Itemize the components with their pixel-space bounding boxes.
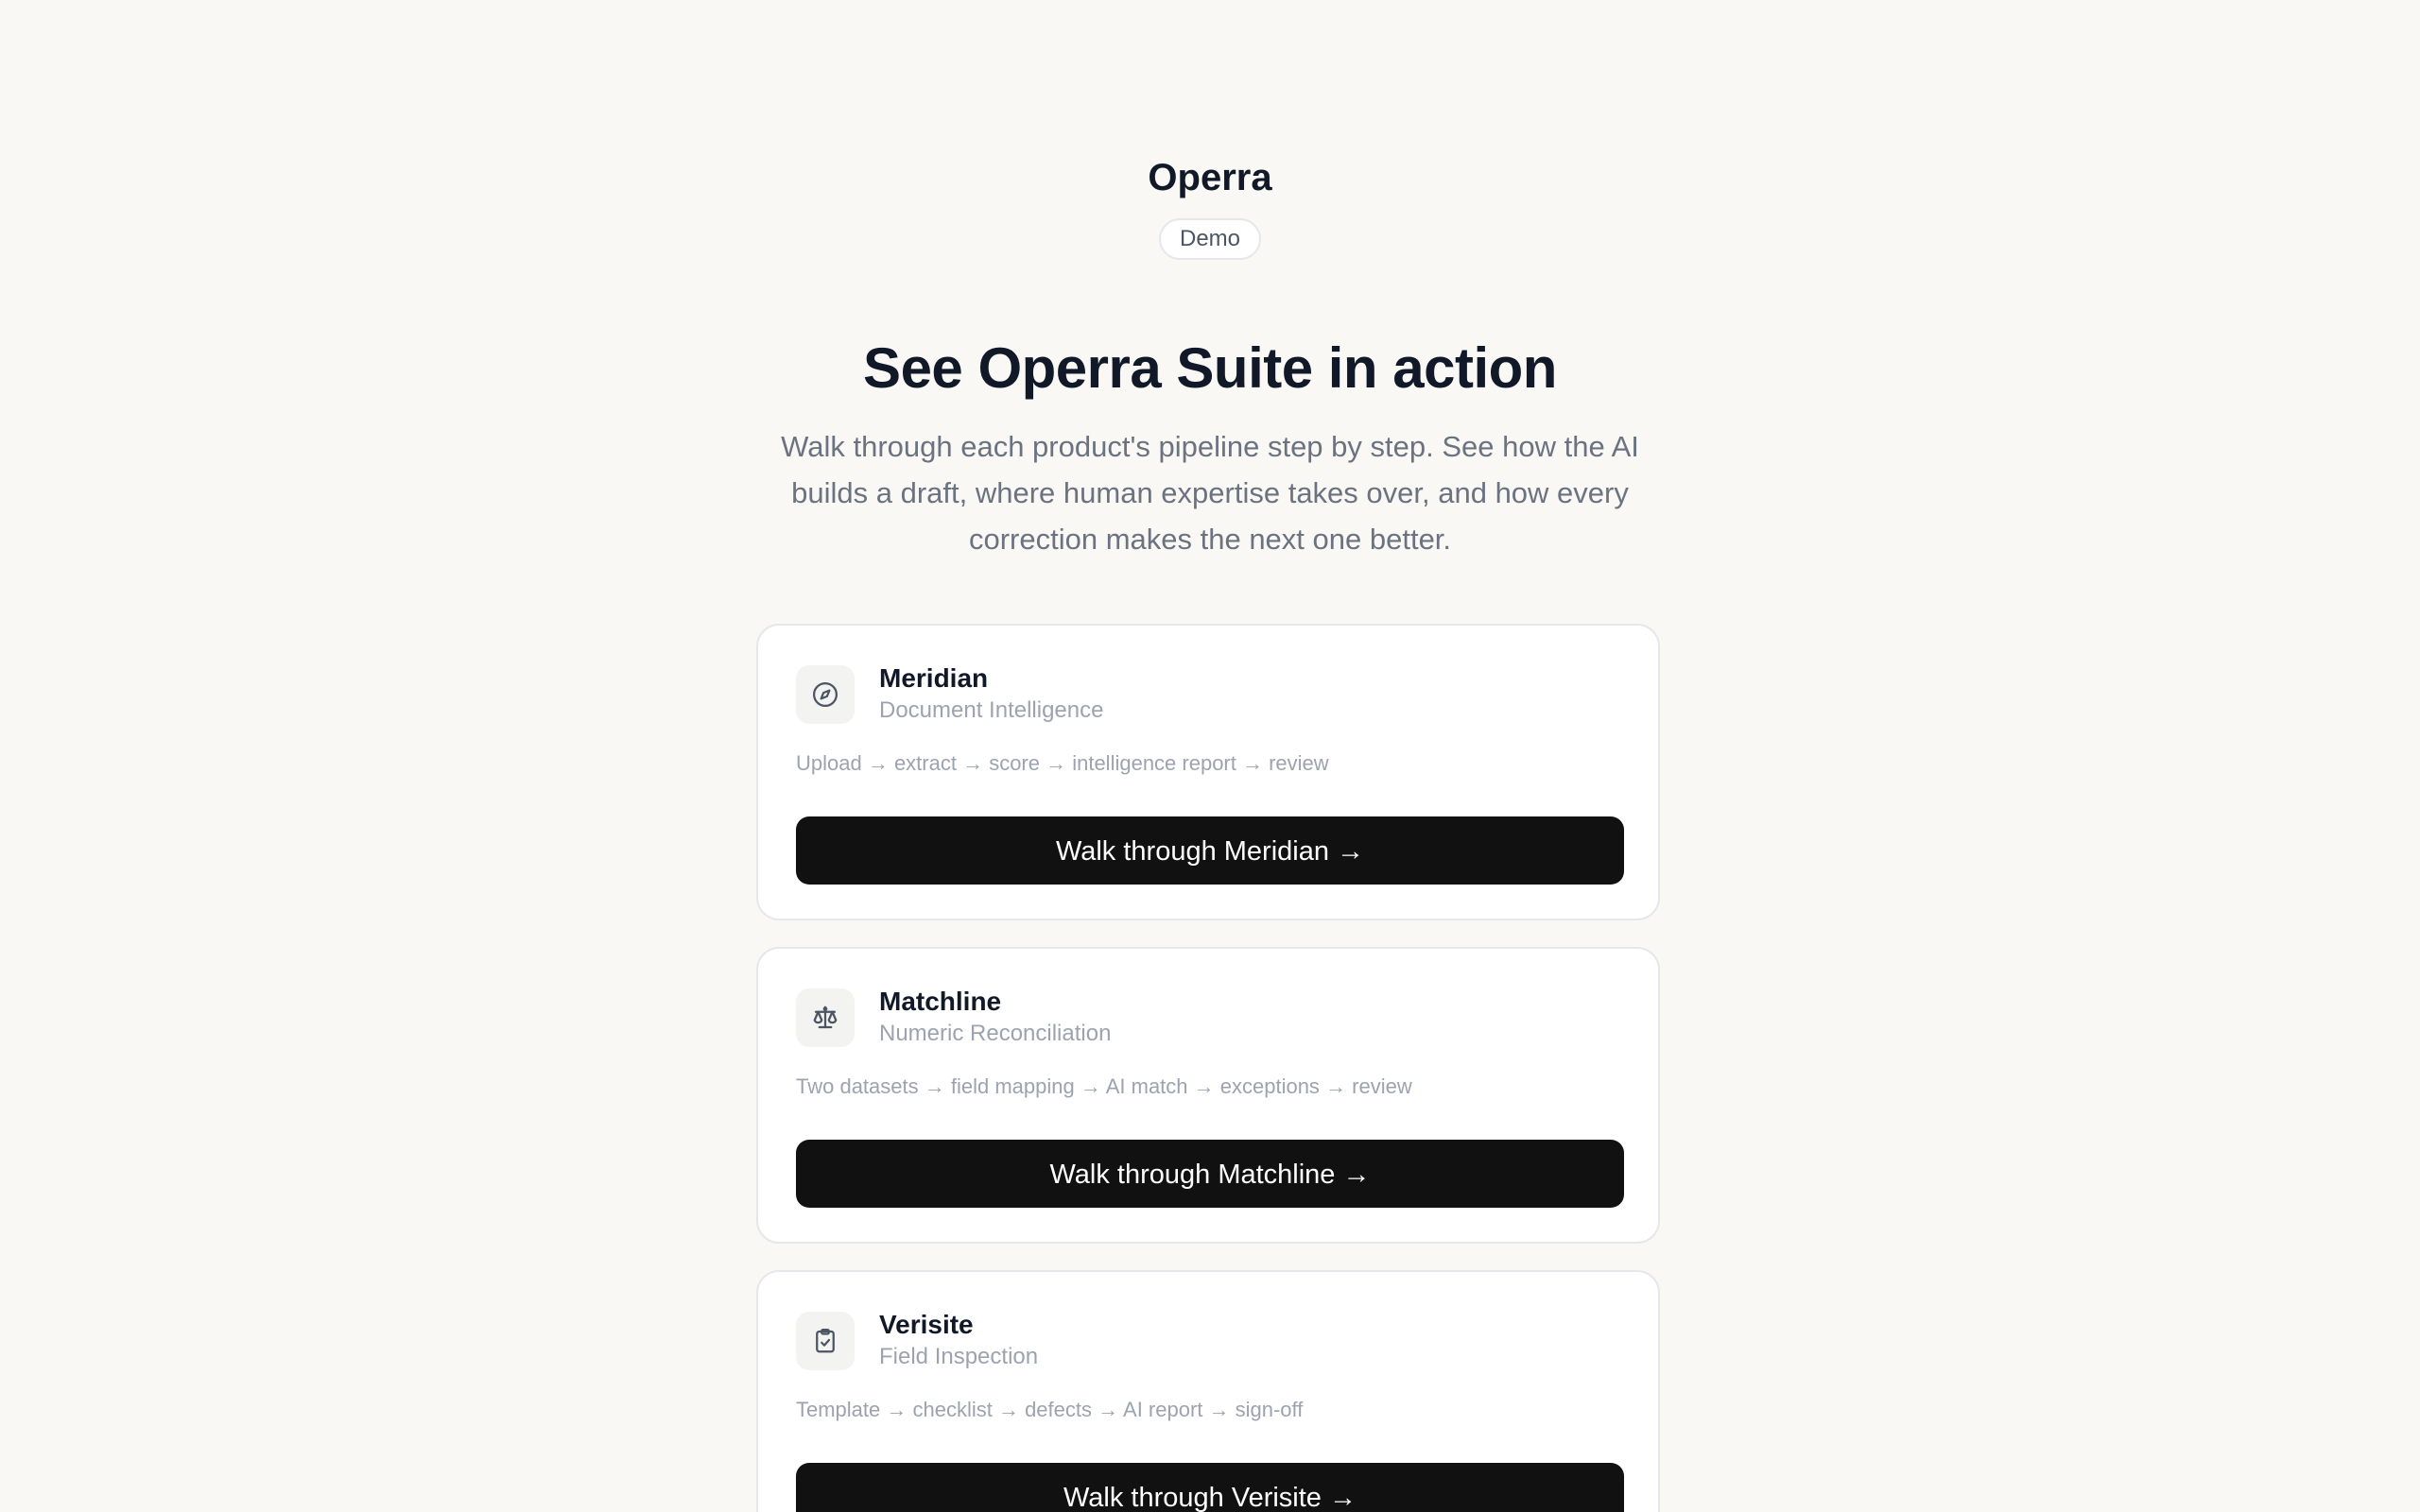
product-pipeline: Template → checklist → defects → AI repo… bbox=[796, 1398, 1304, 1421]
product-category: Numeric Reconciliation bbox=[879, 1021, 1112, 1046]
product-name: Meridian bbox=[879, 663, 989, 693]
compass-icon bbox=[796, 665, 855, 724]
page-title: See Operra Suite in action bbox=[863, 336, 1557, 400]
scale-icon bbox=[796, 988, 855, 1047]
product-name: Verisite bbox=[879, 1310, 974, 1339]
clipboard-check-icon bbox=[796, 1312, 855, 1370]
product-card-matchline: Matchline Numeric Reconciliation Two dat… bbox=[756, 947, 1660, 1244]
product-card-meridian: Meridian Document Intelligence Upload → … bbox=[756, 624, 1660, 920]
walk-through-matchline-button[interactable]: Walk through Matchline → bbox=[796, 1140, 1624, 1208]
badge-wrap: Demo bbox=[0, 218, 2420, 260]
product-card-verisite: Verisite Field Inspection Template → che… bbox=[756, 1270, 1660, 1512]
walk-through-verisite-button[interactable]: Walk through Verisite → bbox=[796, 1463, 1624, 1512]
product-category: Field Inspection bbox=[879, 1344, 1039, 1369]
walk-through-meridian-button[interactable]: Walk through Meridian → bbox=[796, 816, 1624, 885]
brand-name: Operra bbox=[1148, 157, 1272, 198]
page-subtitle: Walk through each product's pipeline ste… bbox=[781, 430, 1639, 556]
product-pipeline: Two datasets → field mapping → AI match … bbox=[796, 1074, 1412, 1098]
product-pipeline: Upload → extract → score → intelligence … bbox=[796, 751, 1329, 775]
demo-page: Operra Demo See Operra Suite in action W… bbox=[0, 0, 2420, 1512]
product-category: Document Intelligence bbox=[879, 697, 1104, 723]
demo-badge: Demo bbox=[1158, 218, 1262, 260]
product-name: Matchline bbox=[879, 987, 1002, 1016]
